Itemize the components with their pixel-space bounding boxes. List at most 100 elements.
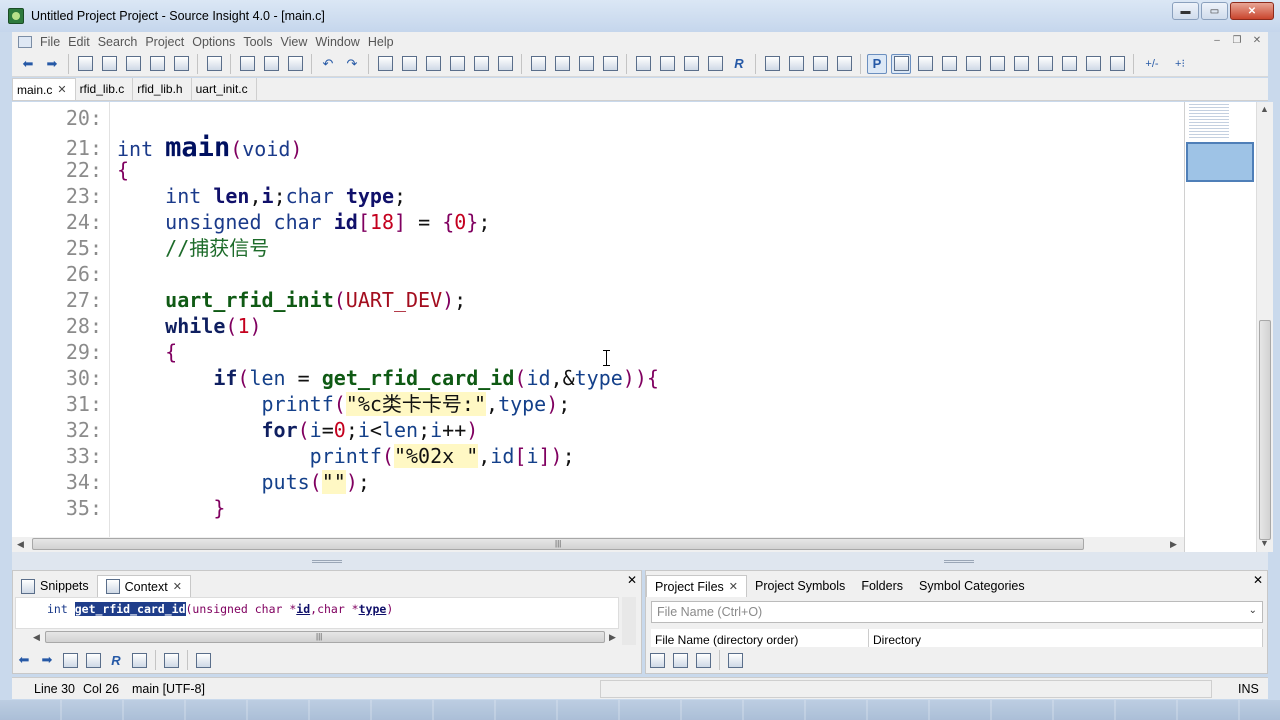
document-menu-icon[interactable] — [18, 35, 32, 48]
lookup-icon[interactable] — [633, 54, 653, 74]
menu-search[interactable]: Search — [96, 35, 144, 49]
tab-main-c[interactable]: main.c ✕ — [12, 78, 76, 100]
bird-icon[interactable] — [1059, 54, 1079, 74]
lock-icon[interactable] — [162, 651, 180, 669]
close-icon[interactable]: ✕ — [729, 580, 738, 593]
book-icon[interactable] — [681, 54, 701, 74]
close-icon[interactable]: ✕ — [57, 83, 66, 96]
split-icon[interactable] — [1083, 54, 1103, 74]
close-icon[interactable]: ✕ — [173, 580, 182, 593]
swap-icon[interactable] — [471, 54, 491, 74]
code-line[interactable]: 20: — [12, 105, 1184, 131]
vertical-scroll-thumb[interactable] — [1259, 320, 1271, 540]
bookmark-next-icon[interactable] — [552, 54, 572, 74]
list-icon[interactable] — [694, 651, 712, 669]
replace-icon[interactable] — [447, 54, 467, 74]
tab-uart-init-c[interactable]: uart_init.c — [192, 78, 257, 100]
list-icon[interactable] — [1107, 54, 1127, 74]
forward-arrow-icon[interactable]: ➡ — [38, 651, 56, 669]
mdi-close-button[interactable]: ✕ — [1250, 34, 1264, 48]
layout-4-icon[interactable] — [834, 54, 854, 74]
scroll-up-arrow-icon[interactable]: ▲ — [1260, 104, 1269, 114]
back-arrow-icon[interactable]: ⬅ — [15, 651, 33, 669]
layout-3-icon[interactable] — [810, 54, 830, 74]
minimize-button[interactable]: ▬ — [1172, 2, 1199, 20]
file-name-input[interactable] — [657, 605, 1237, 619]
tab-symbol-categories[interactable]: Symbol Categories — [911, 575, 1033, 597]
forward-arrow-icon[interactable]: ➡ — [42, 54, 62, 74]
jump-down-icon[interactable] — [423, 54, 443, 74]
code-line[interactable]: 30: if(len = get_rfid_card_id(id,&type))… — [12, 365, 1184, 391]
lookup-icon[interactable] — [61, 651, 79, 669]
code-line[interactable]: 33: printf("%02x ",id[i]); — [12, 443, 1184, 469]
gear-icon[interactable] — [726, 651, 744, 669]
undo-icon[interactable]: ↶ — [318, 54, 338, 74]
scroll-right-arrow-icon[interactable]: ▶ — [1170, 539, 1177, 550]
star-icon[interactable] — [600, 54, 620, 74]
code-line[interactable]: 25: //捕获信号 — [12, 235, 1184, 261]
web-icon[interactable] — [495, 54, 515, 74]
plus-minus-icon[interactable]: +/- — [1140, 54, 1164, 74]
panel-splitter[interactable] — [12, 552, 1268, 570]
column-file-name[interactable]: File Name (directory order) — [651, 629, 869, 647]
file-overview-map[interactable] — [1184, 102, 1256, 552]
scroll-left-arrow-icon[interactable]: ◀ — [33, 632, 40, 643]
param-type[interactable]: type — [359, 602, 387, 616]
chevron-down-icon[interactable]: ⌄ — [1249, 605, 1257, 616]
menu-view[interactable]: View — [279, 35, 314, 49]
menu-window[interactable]: Window — [313, 35, 365, 49]
tab-project-symbols[interactable]: Project Symbols — [747, 575, 853, 597]
code-line[interactable]: 35: } — [12, 495, 1184, 521]
home-icon[interactable] — [1035, 54, 1055, 74]
doc-icon[interactable] — [939, 54, 959, 74]
code-line[interactable]: 24: unsigned char id[18] = {0}; — [12, 209, 1184, 235]
reference-icon[interactable] — [657, 54, 677, 74]
tree-icon[interactable] — [915, 54, 935, 74]
context-scroll-thumb[interactable]: ||| — [45, 631, 605, 643]
menu-tools[interactable]: Tools — [241, 35, 278, 49]
r-icon[interactable]: R — [729, 54, 749, 74]
mdi-minimize-button[interactable]: – — [1210, 34, 1224, 48]
scroll-left-arrow-icon[interactable]: ◀ — [17, 539, 24, 550]
maximize-button[interactable]: ▭ — [1201, 2, 1228, 20]
code-editor[interactable]: 20: 21: int main(void) 22:{23: int len,i;ch… — [12, 102, 1184, 537]
code-line[interactable]: 23: int len,i;char type; — [12, 183, 1184, 209]
cut-icon[interactable] — [237, 54, 257, 74]
menu-help[interactable]: Help — [366, 35, 400, 49]
layout-1-icon[interactable] — [762, 54, 782, 74]
overview-viewport[interactable] — [1186, 142, 1254, 182]
tab-snippets[interactable]: Snippets — [13, 575, 97, 597]
plus-menu-icon[interactable]: +⁝ — [1168, 54, 1192, 74]
mdi-restore-button[interactable]: ❐ — [1230, 34, 1244, 48]
link-icon[interactable] — [987, 54, 1007, 74]
redo-icon[interactable]: ↷ — [342, 54, 362, 74]
vertical-scrollbar[interactable]: ▲ ▼ — [1256, 102, 1273, 552]
close-file-icon[interactable] — [171, 54, 191, 74]
code-line[interactable]: 31: printf("%c类卡卡号:",type); — [12, 391, 1184, 417]
close-panel-icon[interactable]: ✕ — [1253, 573, 1263, 587]
code-line[interactable]: 29: { — [12, 339, 1184, 365]
tab-rfid-lib-h[interactable]: rfid_lib.h — [133, 78, 192, 100]
code-line[interactable]: 26: — [12, 261, 1184, 287]
sync-icon[interactable] — [1011, 54, 1031, 74]
save-all-icon[interactable] — [147, 54, 167, 74]
graph-icon[interactable] — [963, 54, 983, 74]
menu-project[interactable]: Project — [143, 35, 190, 49]
bookmark-prev-icon[interactable] — [528, 54, 548, 74]
close-window-button[interactable]: ✕ — [1230, 2, 1274, 20]
context-horizontal-scrollbar[interactable]: ◀ ||| ▶ — [31, 631, 621, 644]
context-vertical-scrollbar[interactable] — [622, 597, 636, 645]
jump-up-icon[interactable] — [399, 54, 419, 74]
gear-icon[interactable] — [194, 651, 212, 669]
goto-icon[interactable] — [576, 54, 596, 74]
project-icon[interactable] — [671, 651, 689, 669]
menu-file[interactable]: File — [38, 35, 66, 49]
book-icon[interactable] — [84, 651, 102, 669]
file-name-combo[interactable]: ⌄ — [651, 601, 1263, 623]
tree-icon[interactable] — [130, 651, 148, 669]
open-icon[interactable] — [99, 54, 119, 74]
search-icon[interactable] — [375, 54, 395, 74]
relation-icon[interactable] — [891, 53, 911, 74]
tab-context[interactable]: Context ✕ — [96, 575, 191, 597]
p-icon[interactable]: P — [867, 53, 887, 74]
